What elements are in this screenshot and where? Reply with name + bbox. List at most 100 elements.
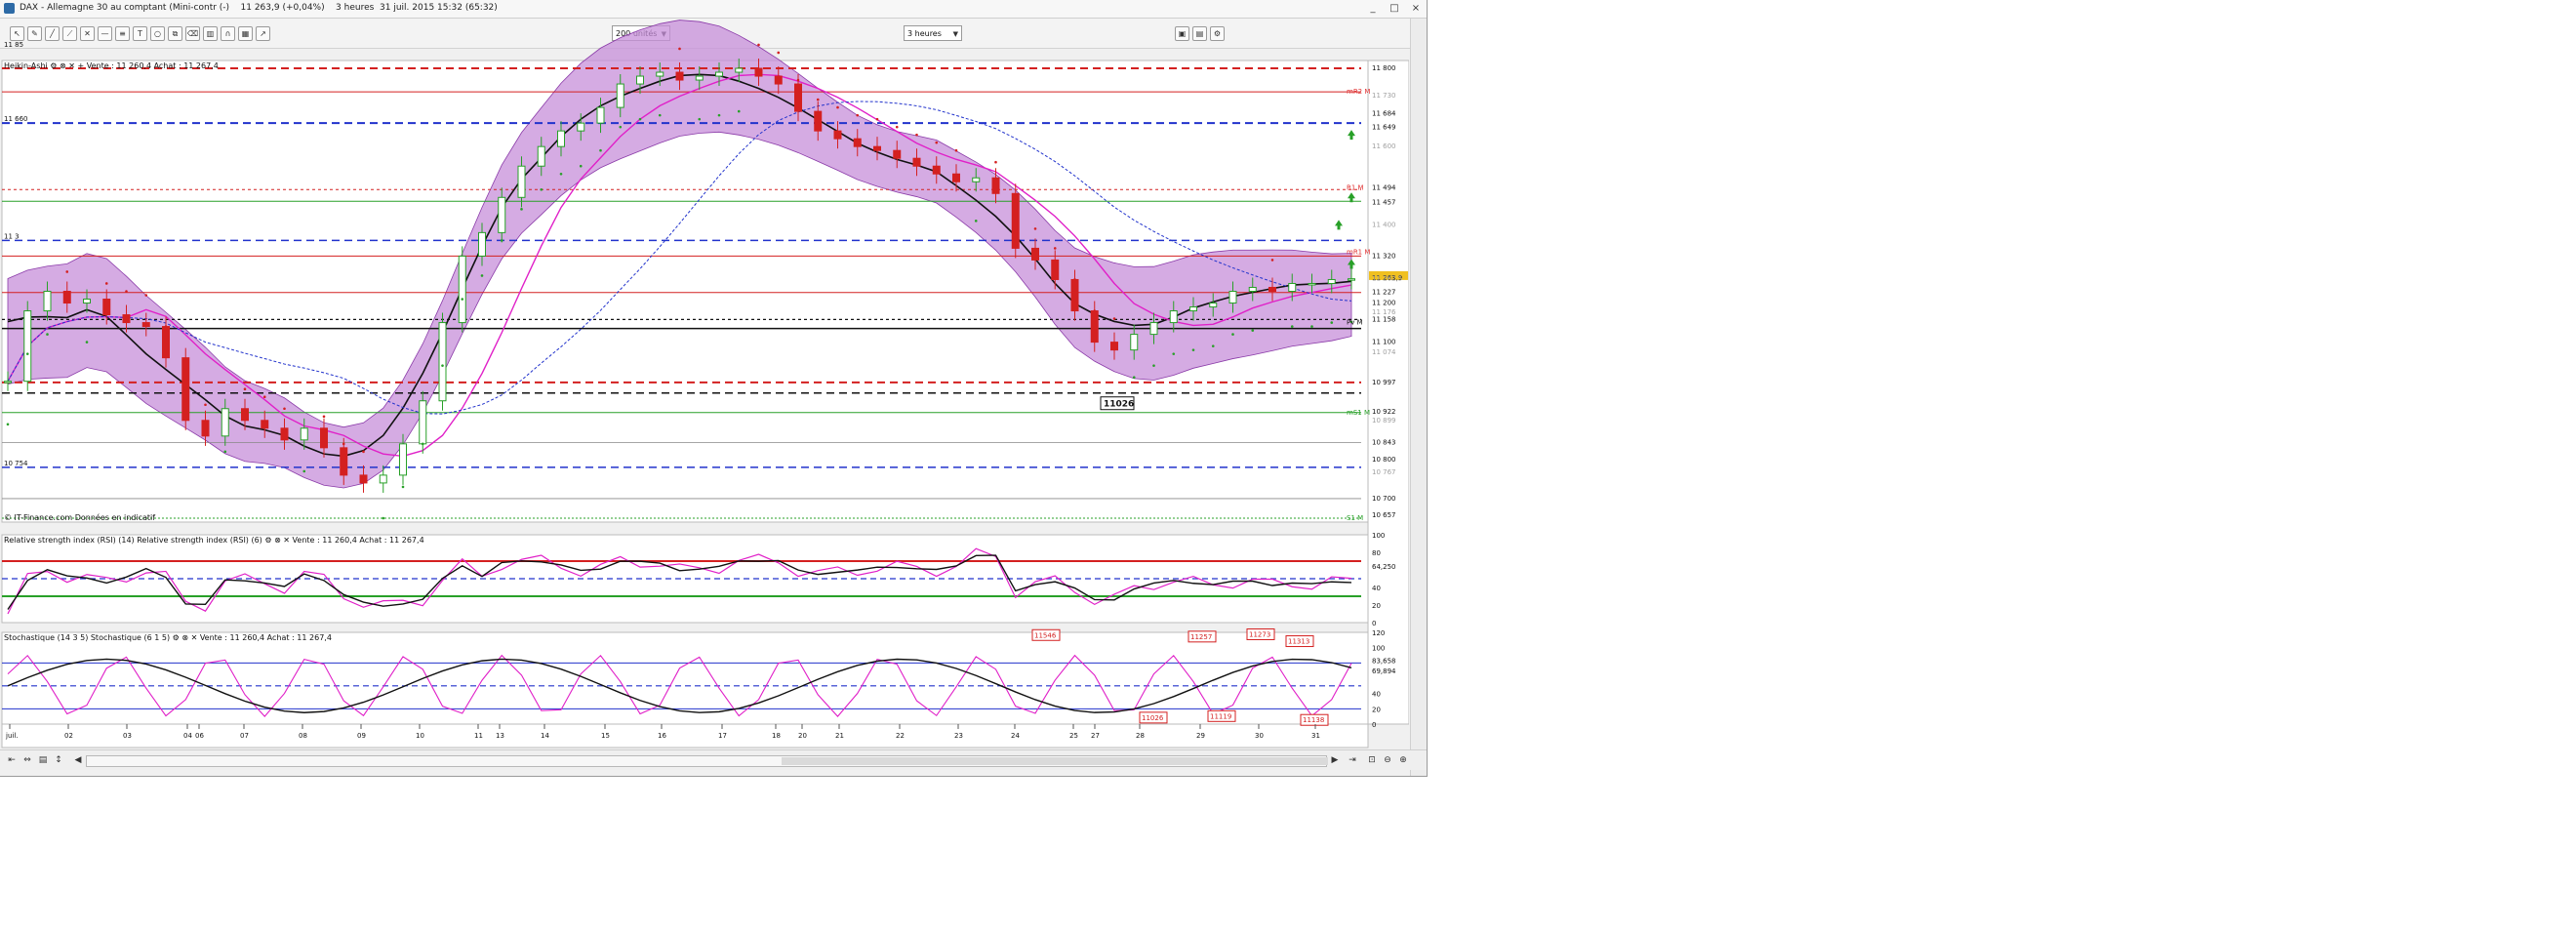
sar-dot bbox=[1310, 325, 1313, 328]
sar-dot bbox=[1093, 309, 1097, 312]
time-axis-label: 28 bbox=[1136, 732, 1145, 740]
sar-dot bbox=[85, 341, 89, 344]
level-label: mR1 M bbox=[1347, 248, 1370, 256]
sar-dot bbox=[994, 160, 997, 164]
stoch-axis-tick: 120 bbox=[1372, 629, 1385, 637]
candle bbox=[596, 106, 605, 124]
scroll-left-icon[interactable]: ◀ bbox=[72, 754, 84, 766]
sar-dot bbox=[935, 141, 939, 144]
time-axis-label: 21 bbox=[835, 732, 844, 740]
candle bbox=[853, 138, 862, 147]
candle bbox=[320, 427, 328, 449]
time-axis-label: 13 bbox=[496, 732, 504, 740]
price-axis-tick: 11 684 bbox=[1372, 110, 1396, 118]
stoch-axis-tick: 83,658 bbox=[1372, 657, 1396, 665]
price-axis-tick: 10 767 bbox=[1372, 468, 1396, 476]
scrollbar-thumb[interactable] bbox=[782, 757, 1328, 765]
sar-dot bbox=[638, 117, 642, 121]
sar-dot bbox=[144, 294, 148, 297]
candle bbox=[912, 157, 921, 167]
stoch-axis-tick: 40 bbox=[1372, 691, 1381, 699]
chart-canvas[interactable]: 11026 Heikin-Ashi ⚙ ⊗ ✕ + Vente : 11 260,… bbox=[0, 0, 1409, 749]
scroll-start-icon[interactable]: ⇤ bbox=[6, 754, 18, 766]
sar-dot bbox=[1290, 325, 1294, 328]
rsi-axis-tick: 64,250 bbox=[1372, 563, 1396, 571]
sar-dot bbox=[441, 364, 444, 367]
price-axis-tick: 10 843 bbox=[1372, 439, 1396, 447]
candle bbox=[458, 255, 466, 324]
price-header: Heikin-Ashi ⚙ ⊗ ✕ + Vente : 11 260,4 Ach… bbox=[4, 61, 219, 70]
time-axis-label: 31 bbox=[1311, 732, 1320, 740]
candle bbox=[735, 67, 744, 73]
sar-dot bbox=[342, 442, 345, 446]
price-axis-tick: 11 074 bbox=[1372, 348, 1396, 356]
candle bbox=[1130, 334, 1139, 351]
candle bbox=[636, 75, 644, 85]
sar-dot bbox=[856, 113, 860, 117]
candle bbox=[438, 322, 447, 402]
left-price-label: 11 660 bbox=[4, 115, 28, 123]
candle bbox=[1189, 306, 1197, 312]
price-axis-tick: 10 700 bbox=[1372, 495, 1396, 503]
candle bbox=[419, 400, 427, 445]
level-label: S1 M bbox=[1347, 514, 1363, 522]
candle bbox=[932, 165, 941, 175]
sar-dot bbox=[1330, 321, 1334, 324]
sar-dot bbox=[895, 125, 899, 129]
stoch-annotation: 11546 bbox=[1034, 631, 1057, 639]
sar-dot bbox=[698, 117, 702, 121]
sar-dot bbox=[243, 387, 247, 391]
horizontal-scrollbar[interactable] bbox=[86, 755, 1328, 767]
candle bbox=[873, 145, 881, 151]
time-axis-label: 08 bbox=[299, 732, 307, 740]
zoom-box-icon[interactable]: ⊡ bbox=[1366, 754, 1378, 766]
zoom-in-icon[interactable]: ⊕ bbox=[1397, 754, 1409, 766]
sar-dot bbox=[1152, 364, 1155, 367]
sar-dot bbox=[836, 105, 839, 109]
sar-dot bbox=[954, 148, 958, 152]
candle bbox=[1288, 282, 1297, 293]
sar-dot bbox=[382, 516, 385, 520]
candle bbox=[774, 75, 783, 85]
zoom-fit-icon[interactable]: ⇔ bbox=[21, 754, 33, 766]
candle bbox=[280, 427, 289, 441]
time-axis-label: 16 bbox=[658, 732, 666, 740]
scroll-end-icon[interactable]: ⇥ bbox=[1347, 754, 1358, 766]
candle bbox=[656, 71, 664, 77]
sar-dot bbox=[796, 78, 800, 82]
left-price-label: 11 85 bbox=[4, 41, 23, 49]
scale-icon[interactable]: ↕ bbox=[53, 754, 64, 766]
time-axis-label: 27 bbox=[1091, 732, 1100, 740]
stoch-panel bbox=[1, 631, 1369, 725]
price-axis-tick: 10 657 bbox=[1372, 511, 1396, 519]
stoch-annotation: 11257 bbox=[1190, 633, 1212, 641]
candle bbox=[1327, 278, 1336, 284]
scroll-right-icon[interactable]: ▶ bbox=[1329, 754, 1341, 766]
sar-dot bbox=[915, 133, 918, 137]
rsi-axis-tick: 0 bbox=[1372, 620, 1376, 627]
vertical-scrollbar[interactable] bbox=[1410, 19, 1427, 776]
candle bbox=[754, 67, 763, 77]
candle bbox=[478, 231, 486, 257]
print-icon[interactable]: ▤ bbox=[37, 754, 49, 766]
candle bbox=[340, 447, 348, 476]
candle bbox=[1308, 282, 1316, 286]
candle bbox=[498, 196, 506, 233]
rsi-axis-tick: 80 bbox=[1372, 549, 1381, 557]
sar-dot bbox=[104, 282, 108, 285]
stoch-annotation: 11026 bbox=[1142, 714, 1164, 722]
candle bbox=[241, 408, 249, 422]
candle bbox=[577, 122, 585, 132]
sar-dot bbox=[65, 270, 69, 273]
price-axis-tick: 11 800 bbox=[1372, 64, 1396, 72]
sar-dot bbox=[1191, 348, 1195, 351]
sar-dot bbox=[46, 333, 49, 336]
watermark: © IT-Finance.com Données en indicatif bbox=[4, 512, 155, 522]
sar-dot bbox=[658, 113, 662, 117]
candle bbox=[1248, 286, 1257, 292]
sar-dot bbox=[283, 407, 286, 411]
candle bbox=[201, 420, 210, 437]
candle bbox=[1149, 322, 1158, 336]
time-axis-label: 17 bbox=[718, 732, 727, 740]
zoom-out-icon[interactable]: ⊖ bbox=[1382, 754, 1393, 766]
